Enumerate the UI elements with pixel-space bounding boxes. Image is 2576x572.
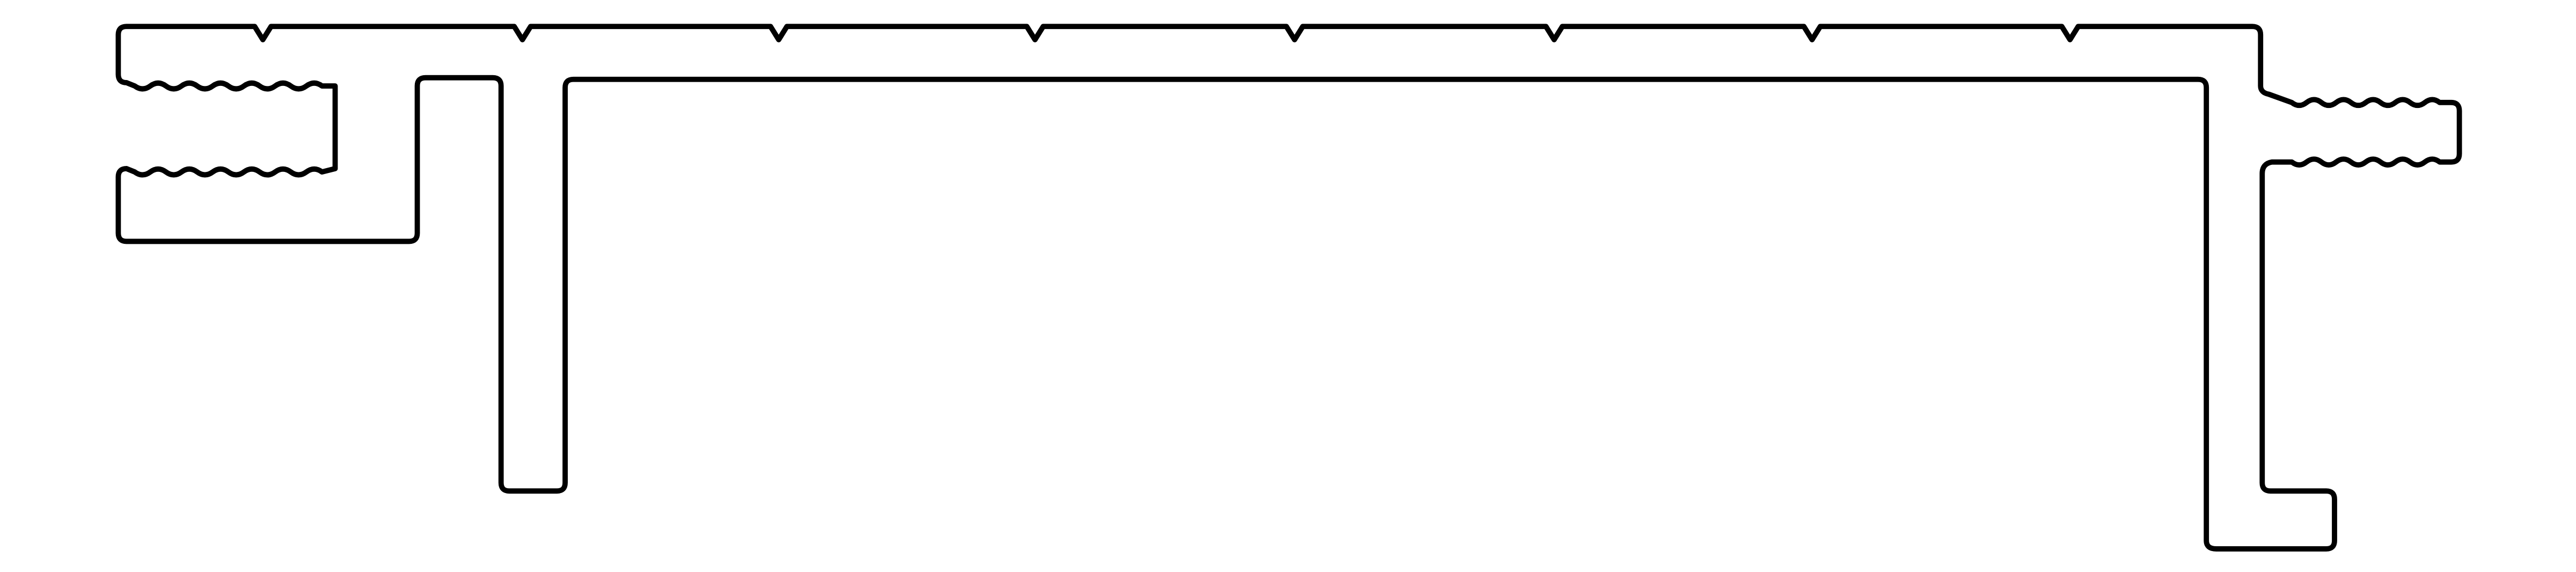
profile-drawing bbox=[0, 0, 2576, 572]
drawing-background bbox=[0, 0, 2576, 572]
